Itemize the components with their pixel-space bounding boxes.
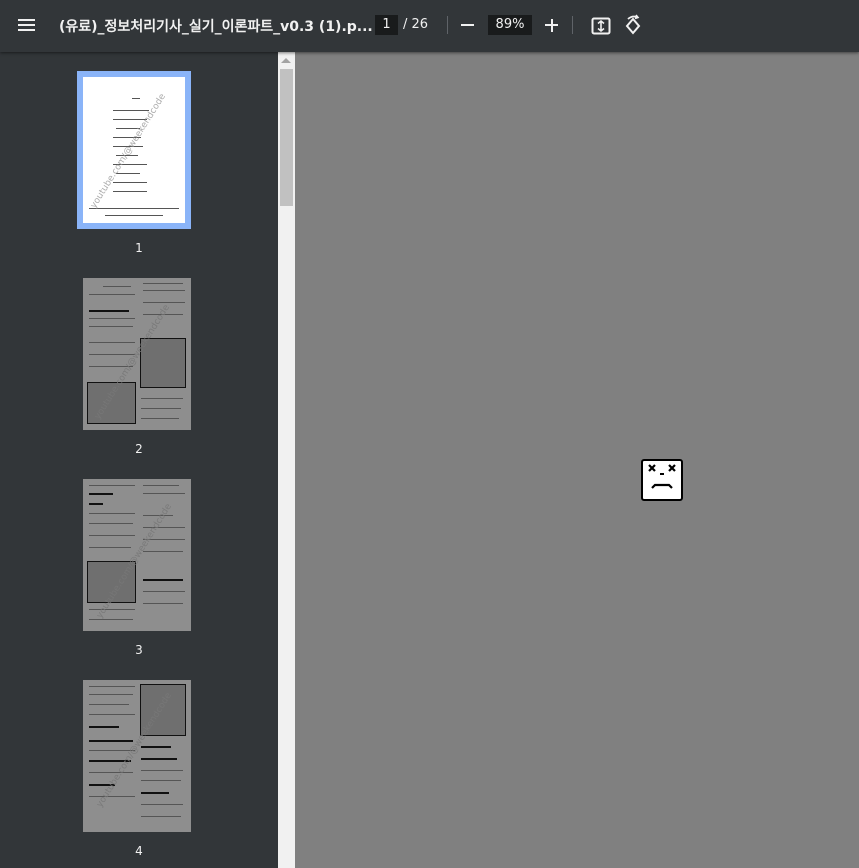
sad-face-broken-page-icon (641, 459, 683, 501)
sidebar-scrollbar[interactable] (278, 52, 295, 868)
thumbnail-page-2[interactable]: youtube.com/@weekendcode (83, 278, 191, 430)
zoom-level-input[interactable]: 89% (488, 15, 532, 35)
thumbnail-page-4[interactable]: youtube.com/@weekendcode (83, 680, 191, 832)
document-title: (유료)_정보처리기사_실기_이론파트_v0.3 (1).p... (59, 19, 373, 35)
zoom-in-button[interactable] (539, 13, 565, 37)
menu-icon (18, 19, 35, 21)
thumbnail-sidebar: youtube.com/@weekendcode 1 youtube.com/@… (0, 52, 278, 868)
pdf-toolbar: (유료)_정보처리기사_실기_이론파트_v0.3 (1).p... 1 / 26… (0, 0, 859, 52)
rotate-button[interactable] (620, 13, 646, 39)
thumbnail-page-3[interactable]: youtube.com/@weekendcode (83, 479, 191, 631)
scrollbar-thumb[interactable] (280, 69, 293, 206)
thumbnail-page-1[interactable]: youtube.com/@weekendcode (77, 71, 191, 229)
fit-to-page-icon (591, 17, 611, 35)
minus-icon (461, 24, 474, 26)
page-total: / 26 (403, 17, 429, 32)
toolbar-divider (572, 16, 573, 34)
menu-button[interactable] (12, 12, 42, 40)
zoom-out-button[interactable] (455, 13, 481, 37)
page-number-input[interactable]: 1 (375, 15, 398, 35)
thumbnail-label: 1 (135, 241, 143, 255)
thumbnail-label: 2 (135, 442, 143, 456)
scroll-up-icon[interactable] (281, 58, 291, 63)
thumbnail-label: 4 (135, 844, 143, 858)
thumbnail-label: 3 (135, 643, 143, 657)
toolbar-divider (447, 16, 448, 34)
rotate-icon (625, 14, 641, 35)
fit-to-page-button[interactable] (588, 13, 614, 39)
